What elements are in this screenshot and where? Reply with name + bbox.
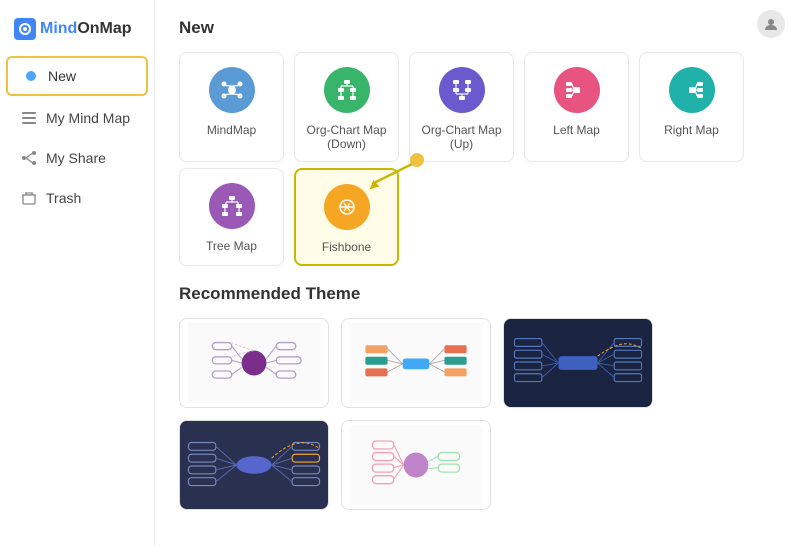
left-map-icon bbox=[554, 67, 600, 113]
org-chart-down-label: Org-Chart Map (Down) bbox=[303, 123, 390, 151]
right-map-label: Right Map bbox=[664, 123, 719, 137]
map-card-org-chart-down[interactable]: Org-Chart Map (Down) bbox=[294, 52, 399, 162]
theme-card-4[interactable] bbox=[179, 420, 329, 510]
left-map-label: Left Map bbox=[553, 123, 600, 137]
org-chart-up-icon bbox=[439, 67, 485, 113]
map-grid-row-1: MindMap Org-Chart Map (Down) Org-Chart M… bbox=[179, 52, 775, 162]
map-card-left-map[interactable]: Left Map bbox=[524, 52, 629, 162]
theme-card-2[interactable] bbox=[341, 318, 491, 408]
map-card-right-map[interactable]: Right Map bbox=[639, 52, 744, 162]
sidebar-item-my-mind-map-label: My Mind Map bbox=[46, 110, 130, 126]
sidebar-item-new[interactable]: New bbox=[6, 56, 148, 96]
logo: MindOnMap bbox=[0, 10, 154, 54]
theme-grid bbox=[179, 318, 775, 510]
theme-card-3[interactable] bbox=[503, 318, 653, 408]
share-icon bbox=[20, 149, 38, 167]
right-map-icon bbox=[669, 67, 715, 113]
theme-card-1[interactable] bbox=[179, 318, 329, 408]
theme-card-5[interactable] bbox=[341, 420, 491, 510]
trash-icon bbox=[20, 189, 38, 207]
sidebar-item-my-share[interactable]: My Share bbox=[6, 140, 148, 176]
sidebar-item-my-mind-map[interactable]: My Mind Map bbox=[6, 100, 148, 136]
recommended-section-title: Recommended Theme bbox=[179, 284, 775, 304]
tree-map-icon bbox=[209, 183, 255, 229]
sidebar-item-trash[interactable]: Trash bbox=[6, 180, 148, 216]
map-card-fishbone[interactable]: Fishbone bbox=[294, 168, 399, 266]
org-chart-down-icon bbox=[324, 67, 370, 113]
tree-map-label: Tree Map bbox=[206, 239, 257, 253]
main-content: New MindMap Org-Chart Map (Down) bbox=[155, 0, 799, 546]
map-card-mindmap[interactable]: MindMap bbox=[179, 52, 284, 162]
mindmap-label: MindMap bbox=[207, 123, 256, 137]
list-icon bbox=[20, 109, 38, 127]
map-card-tree-map[interactable]: Tree Map bbox=[179, 168, 284, 266]
new-icon bbox=[22, 67, 40, 85]
map-card-org-chart-up[interactable]: Org-Chart Map (Up) bbox=[409, 52, 514, 162]
fishbone-label: Fishbone bbox=[322, 240, 371, 254]
new-section-title: New bbox=[179, 18, 775, 38]
user-avatar[interactable] bbox=[757, 10, 785, 38]
sidebar: MindOnMap New My Mind Map My Share Trash bbox=[0, 0, 155, 546]
logo-icon bbox=[14, 18, 36, 40]
org-chart-up-label: Org-Chart Map (Up) bbox=[418, 123, 505, 151]
mindmap-icon bbox=[209, 67, 255, 113]
sidebar-item-my-share-label: My Share bbox=[46, 150, 106, 166]
map-grid-row-2: Tree Map Fishbone bbox=[179, 168, 775, 266]
logo-text: MindOnMap bbox=[40, 20, 132, 38]
sidebar-item-trash-label: Trash bbox=[46, 190, 81, 206]
sidebar-item-new-label: New bbox=[48, 68, 76, 84]
fishbone-icon bbox=[324, 184, 370, 230]
